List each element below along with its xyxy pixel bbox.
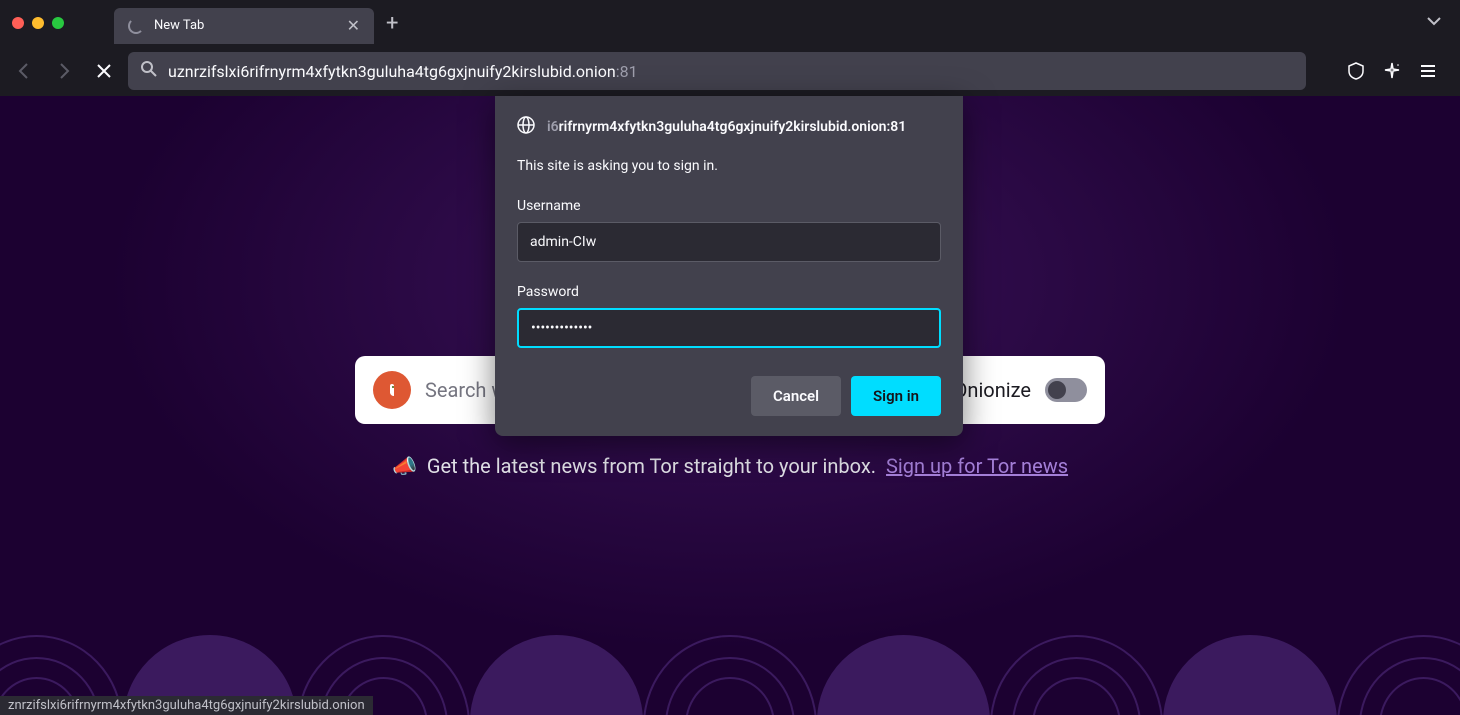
spark-icon [1382,61,1402,81]
url-text: uznrzifslxi6rifrnyrm4xfytkn3guluha4tg6gx… [168,62,1294,81]
news-banner: 📣 Get the latest news from Tor straight … [392,454,1068,478]
signin-button[interactable]: Sign in [851,376,941,416]
search-icon [140,60,158,82]
arrow-right-icon [55,62,73,80]
traffic-lights [0,17,64,29]
globe-icon [517,116,535,138]
arrow-left-icon [15,62,33,80]
onionize-label: Onionize [954,378,1031,402]
password-input[interactable] [517,308,941,348]
auth-dialog: i6rifrnyrm4xfytkn3guluha4tg6gxjnuify2kir… [495,96,963,436]
toolbar: uznrzifslxi6rifrnyrm4xfytkn3guluha4tg6gx… [0,46,1460,96]
username-label: Username [517,198,941,214]
cancel-button[interactable]: Cancel [751,376,841,416]
chevron-down-icon [1426,13,1442,29]
shield-button[interactable] [1340,55,1372,87]
loading-spinner-icon [128,18,144,34]
status-bar: znrzifslxi6rifrnyrm4xfytkn3guluha4tg6gxj… [0,696,373,715]
close-icon [95,62,113,80]
menu-button[interactable] [1412,55,1444,87]
minimize-window-button[interactable] [32,17,44,29]
browser-tab[interactable]: New Tab ✕ [114,8,374,44]
onionize-toggle[interactable] [1045,378,1087,402]
new-tab-button[interactable]: + [386,11,398,36]
broom-button[interactable] [1376,55,1408,87]
maximize-window-button[interactable] [52,17,64,29]
password-label: Password [517,284,941,300]
stop-button[interactable] [88,55,120,87]
decorative-background [0,515,1460,715]
page-content: Search w Onionize 📣 Get the latest news … [0,96,1460,715]
forward-button[interactable] [48,55,80,87]
news-signup-link[interactable]: Sign up for Tor news [886,454,1068,478]
tab-title: New Tab [154,18,337,33]
shield-icon [1346,61,1366,81]
megaphone-icon: 📣 [392,454,417,478]
news-text: Get the latest news from Tor straight to… [427,454,876,478]
titlebar: New Tab ✕ + [0,0,1460,46]
dialog-hostname: i6rifrnyrm4xfytkn3guluha4tg6gxjnuify2kir… [547,119,906,135]
url-bar[interactable]: uznrzifslxi6rifrnyrm4xfytkn3guluha4tg6gx… [128,52,1306,90]
tabs-dropdown-button[interactable] [1426,13,1442,33]
back-button[interactable] [8,55,40,87]
duckduckgo-logo-icon [373,371,411,409]
close-window-button[interactable] [12,17,24,29]
hamburger-icon [1418,61,1438,81]
dialog-message: This site is asking you to sign in. [517,158,941,174]
close-tab-button[interactable]: ✕ [347,16,360,35]
username-input[interactable] [517,222,941,262]
